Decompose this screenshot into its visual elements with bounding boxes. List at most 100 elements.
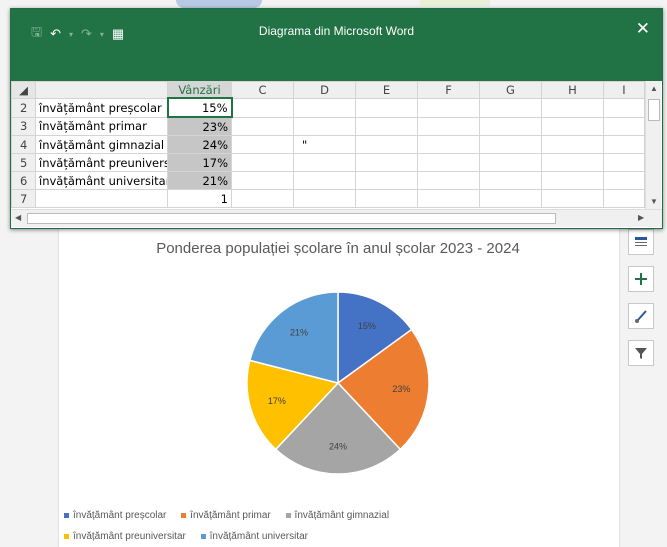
cell[interactable] [231, 171, 294, 190]
cell[interactable] [355, 189, 418, 208]
column-header[interactable]: I [603, 81, 645, 99]
cell[interactable] [231, 135, 294, 154]
column-header[interactable]: Vânzări [167, 81, 232, 99]
cell[interactable] [541, 189, 604, 208]
row-header[interactable]: 7 [11, 189, 36, 208]
cell[interactable] [603, 171, 645, 190]
row-header[interactable]: 2 [11, 97, 36, 118]
chart-legend-row-2: învățământ preuniversitar învățământ uni… [58, 531, 618, 542]
cell[interactable] [603, 153, 645, 172]
scroll-left-icon[interactable]: ◀ [15, 213, 21, 222]
cell[interactable] [417, 135, 480, 154]
cell[interactable] [293, 153, 356, 172]
cell[interactable] [417, 116, 480, 136]
cell[interactable] [479, 97, 542, 118]
table-row: 5 învățământ preuniversitar 17% [11, 153, 645, 172]
cell[interactable]: învățământ universitar [35, 171, 168, 190]
background-strip [0, 0, 667, 8]
cell[interactable]: " [293, 135, 356, 154]
cell[interactable] [603, 135, 645, 154]
chart-elements-icon[interactable] [628, 266, 654, 292]
column-header[interactable]: D [293, 81, 356, 99]
column-header[interactable]: G [479, 81, 542, 99]
chart-styles-icon[interactable] [628, 303, 654, 329]
table-row: 4 învățământ gimnazial 24% " [11, 135, 645, 154]
cell[interactable] [231, 97, 294, 118]
cell[interactable] [479, 153, 542, 172]
cell[interactable] [603, 97, 645, 118]
cell[interactable]: învățământ primar [35, 116, 168, 136]
column-header[interactable]: E [355, 81, 418, 99]
cell[interactable] [293, 97, 356, 118]
table-row: 2 învățământ preșcolar 15% [11, 97, 645, 118]
column-header[interactable]: C [231, 81, 294, 99]
cell[interactable] [479, 135, 542, 154]
legend-item: învățământ preuniversitar [64, 531, 186, 542]
cell[interactable] [541, 97, 604, 118]
cell[interactable] [541, 153, 604, 172]
legend-item: învățământ preșcolar [64, 510, 166, 521]
row-header[interactable]: 6 [11, 171, 36, 190]
cell[interactable]: 23% [167, 116, 232, 136]
vertical-scrollbar[interactable]: ▲ ▼ [645, 81, 661, 209]
cell[interactable] [541, 116, 604, 136]
column-header[interactable]: H [541, 81, 604, 99]
vertical-scroll-thumb[interactable] [648, 99, 660, 121]
cell[interactable] [35, 189, 168, 208]
title-bar: 🖫 ↶ ▾ ↷ ▾ ▦ Diagrama din Microsoft Word … [11, 9, 662, 81]
cell[interactable] [541, 135, 604, 154]
cell[interactable]: 15% [166, 97, 233, 118]
scroll-right-icon[interactable]: ▶ [638, 213, 644, 222]
chart-title: Ponderea populației școlare în anul școl… [156, 240, 520, 257]
cell[interactable] [355, 153, 418, 172]
spreadsheet-grid[interactable]: ◢ Vânzări C D E F G H I 2 învățământ pre… [11, 81, 645, 208]
chart-side-toolbar [628, 229, 654, 377]
column-header-row: ◢ Vânzări C D E F G H I [11, 81, 645, 99]
cell[interactable] [603, 116, 645, 136]
horizontal-scrollbar[interactable]: ◀ ▶ [11, 209, 662, 227]
cell[interactable] [355, 97, 418, 118]
horizontal-scroll-thumb[interactable] [27, 213, 556, 224]
layout-options-icon[interactable] [628, 229, 654, 255]
window-title: Diagrama din Microsoft Word [258, 24, 415, 38]
cell[interactable] [355, 116, 418, 136]
row-header[interactable]: 3 [11, 116, 36, 136]
select-all-corner[interactable]: ◢ [11, 81, 36, 99]
document-page [58, 226, 620, 547]
cell[interactable] [479, 189, 542, 208]
cell[interactable]: 17% [167, 153, 232, 172]
cell[interactable] [603, 189, 645, 208]
cell[interactable]: învățământ gimnazial [35, 135, 168, 154]
background-highlight [176, 0, 262, 8]
cell[interactable] [293, 189, 356, 208]
cell[interactable]: învățământ preuniversitar [35, 153, 168, 172]
cell[interactable] [479, 171, 542, 190]
cell[interactable] [417, 153, 480, 172]
column-header[interactable] [35, 81, 168, 99]
cell[interactable] [231, 116, 294, 136]
column-header[interactable]: F [417, 81, 480, 99]
cell[interactable]: 1 [167, 189, 232, 208]
cell[interactable]: învățământ preșcolar [35, 97, 168, 118]
scroll-down-icon[interactable]: ▼ [650, 197, 658, 206]
table-row: 6 învățământ universitar 21% [11, 171, 645, 190]
cell[interactable] [293, 171, 356, 190]
cell[interactable] [355, 135, 418, 154]
cell[interactable]: 21% [167, 171, 232, 190]
cell[interactable] [417, 189, 480, 208]
cell[interactable] [231, 153, 294, 172]
close-icon[interactable]: ✕ [636, 19, 650, 39]
cell[interactable] [417, 171, 480, 190]
chart-filters-icon[interactable] [628, 340, 654, 366]
scroll-up-icon[interactable]: ▲ [650, 84, 658, 93]
background-highlight-2 [420, 0, 490, 6]
cell[interactable] [355, 171, 418, 190]
cell[interactable] [231, 189, 294, 208]
row-header[interactable]: 5 [11, 153, 36, 172]
cell[interactable] [541, 171, 604, 190]
cell[interactable]: 24% [167, 135, 232, 154]
row-header[interactable]: 4 [11, 135, 36, 154]
cell[interactable] [417, 97, 480, 118]
cell[interactable] [479, 116, 542, 136]
cell[interactable] [293, 116, 356, 136]
